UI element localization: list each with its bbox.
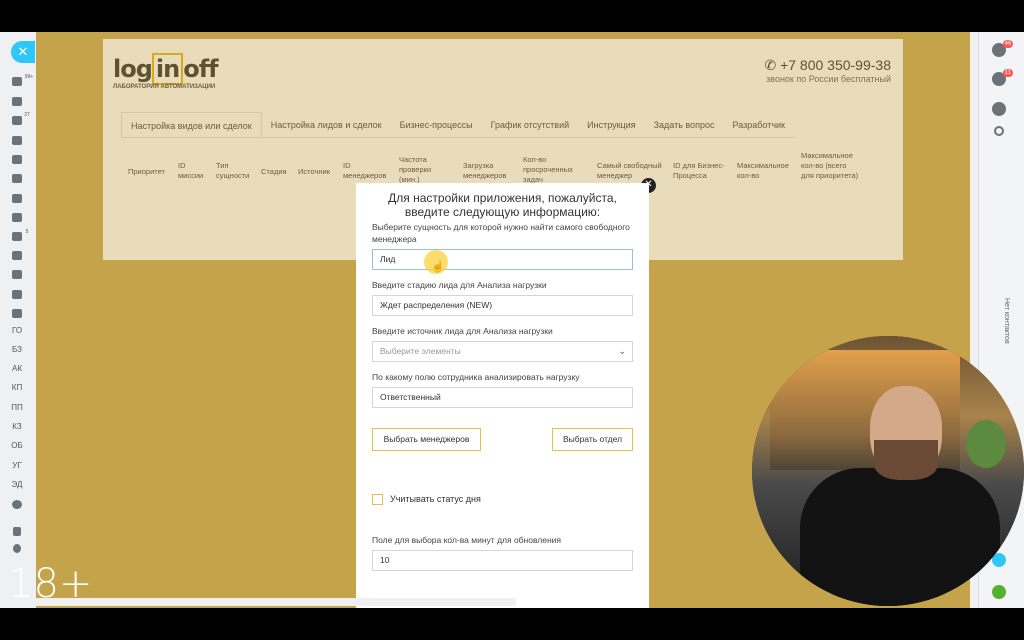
presenter-body [800,468,1000,606]
tab-developer[interactable]: Разработчик [724,112,794,137]
source-select[interactable]: Выберите элементы ⌄ [372,341,633,362]
entity-label: Выберите сущность для которой нужно найт… [372,222,630,244]
chevron-down-icon[interactable]: ⌄ [618,342,626,361]
column-header: ID менеджеров [343,161,387,180]
day-status-checkbox[interactable] [372,494,383,505]
presenter-beard [874,440,938,480]
checklist-badge: 27 [24,112,30,118]
tab-instruction[interactable]: Инструкция [578,112,644,137]
logo-subtitle: ЛАБОРАТОРИЯ АВТОМАТИЗАЦИИ [113,84,216,90]
contacts-icon[interactable] [12,290,22,299]
column-header: Самый свободный менеджер [597,161,662,180]
settings-modal: Для настройки приложения, пожалуйста, вв… [356,183,649,608]
search-icon[interactable] [994,126,1004,136]
clock-icon[interactable] [12,213,22,222]
calendar-icon[interactable] [12,194,22,203]
modal-title: Для настройки приложения, пожалуйста, вв… [388,191,617,219]
sitemap-icon[interactable] [13,527,21,536]
sidebar-item-go[interactable]: ГО [8,324,26,338]
plant [966,420,1006,468]
column-header: Стадия [261,167,287,176]
mail-badge: 5 [25,229,29,235]
column-header: ID для Бизнес-Процесса [673,161,725,180]
age-rating: 18+ [8,561,93,607]
tab-business-processes[interactable]: Бизнес-процессы [391,112,482,137]
tab-leads-deals[interactable]: Настройка лидов и сделок [262,112,391,137]
cart-icon[interactable] [12,309,22,318]
sidebar-item-bz[interactable]: БЗ [8,343,26,357]
sidebar-item-pp[interactable]: ПП [8,401,26,415]
hand-cursor-icon: ☝ [431,261,445,273]
phone-note: звонок по России бесплатный [766,74,891,84]
phone-number: ✆ +7 800 350-99-38 [764,57,891,73]
stage-label: Введите стадию лида для Анализа нагрузки [372,280,547,290]
printer-icon[interactable] [12,251,22,260]
notification-badge: 11 [1003,69,1013,77]
chat-icon[interactable] [12,136,22,145]
stage-input[interactable]: Ждет распределения (NEW) [372,295,633,316]
column-header: Кол-во просроченных задач [523,155,573,184]
minutes-label: Поле для выбора кол-ва минут для обновле… [372,535,562,545]
phone-icon: ✆ [764,57,777,73]
screen: ✕ 99+ 27 5 ГО БЗ АК КП ПП КЗ ОБ УГ ЭД lo… [0,32,1024,608]
column-header: Тип сущности [216,161,250,180]
tab-views-deals[interactable]: Настройка видов или сделок [121,112,262,137]
left-sidebar: ✕ 99+ 27 5 ГО БЗ АК КП ПП КЗ ОБ УГ ЭД [0,32,36,608]
tab-ask-question[interactable]: Задать вопрос [645,112,724,137]
counter-badge: 99+ [24,74,34,80]
sidebar-item-ob[interactable]: ОБ [8,439,26,453]
day-status-label: Учитывать статус дня [390,494,481,504]
sidebar-item-ak[interactable]: АК [8,362,26,376]
field-label: По какому полю сотрудника анализировать … [372,372,580,382]
column-header: Максимальное кол-во [737,161,789,180]
window-icon[interactable] [12,270,22,279]
car-icon[interactable] [12,174,22,183]
group-icon[interactable] [12,155,22,164]
column-header: Источник [298,167,331,176]
column-header: Частота проверки (мин.) [399,155,432,184]
more-icon[interactable] [12,500,22,509]
chat-icon[interactable] [992,102,1006,116]
column-header: Приоритет [128,167,165,176]
gear-icon[interactable] [13,544,21,553]
help-badge: 46 [1003,40,1013,48]
responsible-field-input[interactable]: Ответственный [372,387,633,408]
sidebar-item-kp[interactable]: КП [8,381,26,395]
sidebar-item-ug[interactable]: УГ [8,459,26,473]
select-department-button[interactable]: Выбрать отдел [552,428,633,451]
column-header: Загрузка менеджеров [463,161,507,180]
source-label: Введите источник лида для Анализа нагруз… [372,326,553,336]
sidebar-item-kz[interactable]: КЗ [8,420,26,434]
minutes-input[interactable]: 10 [372,550,633,571]
sidebar-close-button[interactable]: ✕ [11,41,35,63]
tasks-icon[interactable] [12,97,22,106]
entity-select[interactable]: Лид [372,249,633,270]
tab-absence-schedule[interactable]: График отсутствий [482,112,579,137]
source-placeholder: Выберите элементы [380,346,461,356]
column-header: Максимальное кол-во (всего для приоритет… [801,151,859,180]
tab-bar: Настройка видов или сделок Настройка лид… [121,112,794,138]
sidebar-item-ed[interactable]: ЭД [8,478,26,492]
select-managers-button[interactable]: Выбрать менеджеров [372,428,481,451]
column-header: ID миссии [178,161,204,180]
bottom-scrollbar[interactable] [36,598,516,606]
webcam-video [752,336,1024,606]
logo: log in off [113,53,219,85]
